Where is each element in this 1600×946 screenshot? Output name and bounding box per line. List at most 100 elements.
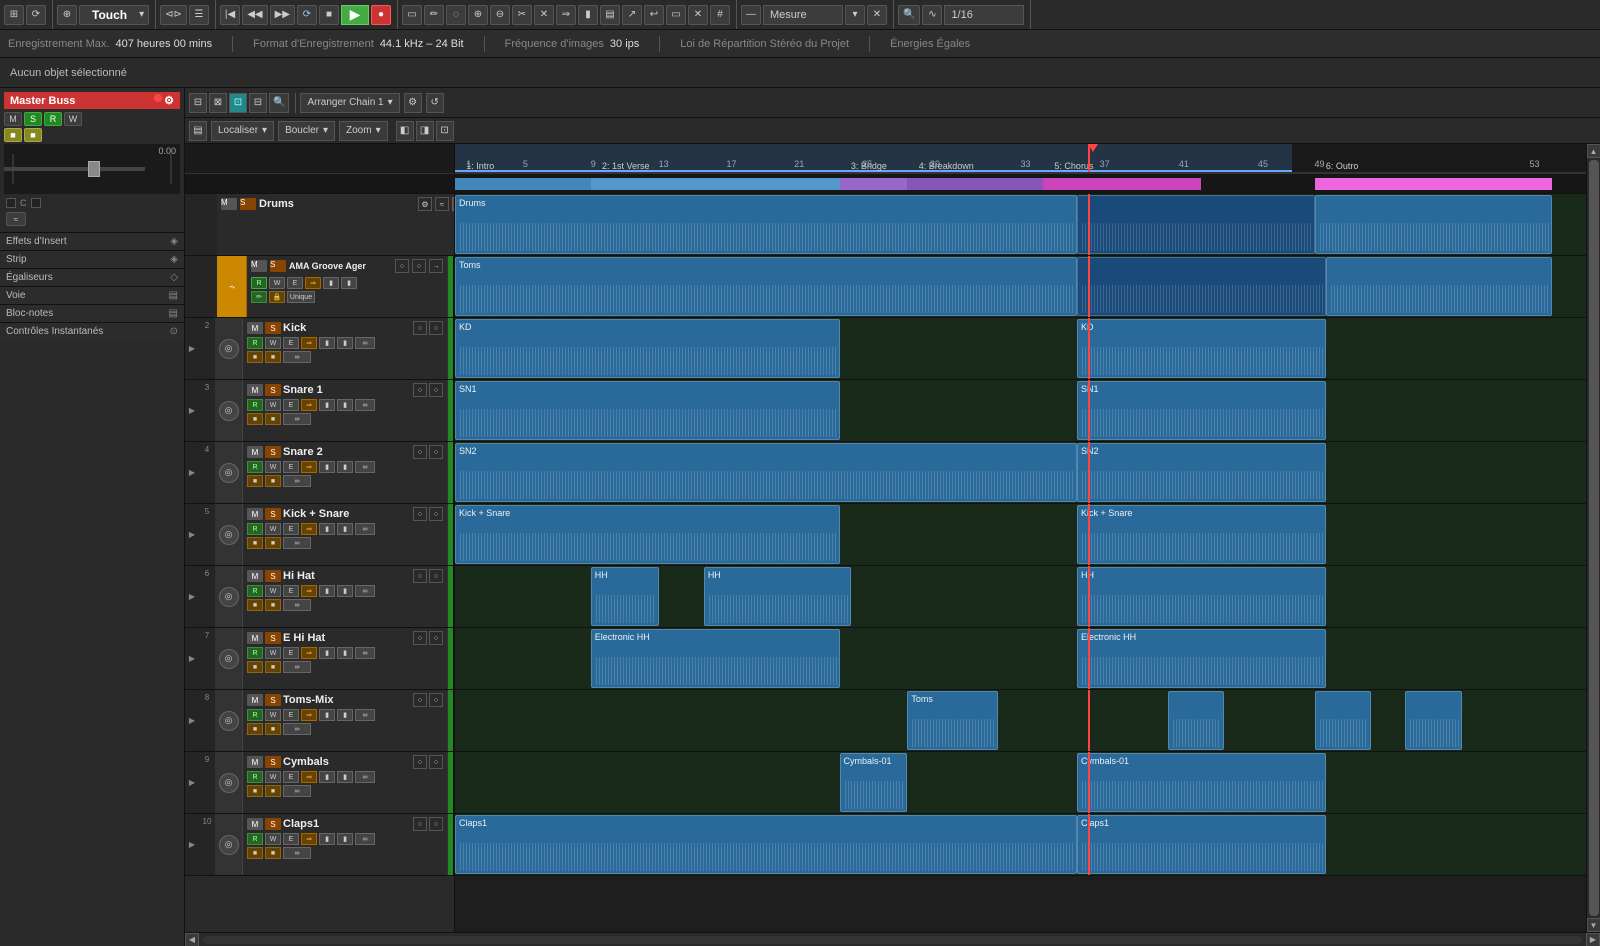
- section-insert-effects[interactable]: Effets d'Insert ◈: [0, 232, 184, 250]
- c2-2[interactable]: ▮: [337, 337, 353, 349]
- fold-10[interactable]: ▶: [185, 814, 199, 875]
- kd-clip-2[interactable]: KD: [1077, 319, 1326, 378]
- w-5[interactable]: W: [265, 523, 281, 535]
- ehh-clip-2[interactable]: Electronic HH: [1077, 629, 1326, 688]
- btn-m-9[interactable]: M: [247, 756, 263, 768]
- drums-clip-1[interactable]: Drums: [455, 195, 1077, 254]
- o1-8[interactable]: ○: [413, 693, 427, 707]
- hh-clip-3[interactable]: HH: [1077, 567, 1326, 626]
- fold-9[interactable]: ▶: [185, 752, 199, 813]
- btn-s-8[interactable]: S: [265, 694, 281, 706]
- ama-fold[interactable]: [185, 256, 201, 317]
- o1-5[interactable]: ○: [413, 507, 427, 521]
- master-btn-s[interactable]: S: [24, 112, 42, 126]
- c1-5[interactable]: ▮: [319, 523, 335, 535]
- o2-5[interactable]: ○: [429, 507, 443, 521]
- c1-9[interactable]: ▮: [319, 771, 335, 783]
- send-2[interactable]: ⇒: [301, 337, 317, 349]
- e-4[interactable]: E: [283, 461, 299, 473]
- scroll-left-btn[interactable]: ◀: [185, 933, 199, 946]
- btn-m-8[interactable]: M: [247, 694, 263, 706]
- h-scroll-thumb[interactable]: [203, 936, 1582, 944]
- c1-7[interactable]: ▮: [319, 647, 335, 659]
- ama-btn-s[interactable]: S: [270, 260, 286, 272]
- c1-3[interactable]: ▮: [319, 399, 335, 411]
- arr-view-btn4[interactable]: ⊟: [249, 93, 267, 113]
- arr-refresh-btn[interactable]: ↺: [426, 93, 444, 113]
- arr-view-btn1[interactable]: ⊟: [189, 93, 207, 113]
- c1-6[interactable]: ▮: [319, 585, 335, 597]
- tool-color[interactable]: ▭: [666, 5, 686, 25]
- drums-clip-3[interactable]: [1315, 195, 1553, 254]
- tempo-arrow[interactable]: ▾: [845, 5, 865, 25]
- cymbals-clip-1[interactable]: Cymbals-01: [840, 753, 908, 812]
- o1-9[interactable]: ○: [413, 755, 427, 769]
- transport-loop[interactable]: ⟳: [297, 5, 317, 25]
- io-btn1[interactable]: ⊲⊳: [160, 5, 187, 25]
- r-8[interactable]: R: [247, 709, 263, 721]
- r-2[interactable]: R: [247, 337, 263, 349]
- io-btn2[interactable]: ☰: [189, 5, 209, 25]
- ama-w[interactable]: W: [269, 277, 285, 289]
- r-3[interactable]: R: [247, 399, 263, 411]
- inf-8[interactable]: ∞: [355, 709, 375, 721]
- tomsmix-clip-3[interactable]: [1315, 691, 1372, 750]
- arr-search-btn[interactable]: 🔍: [269, 93, 289, 113]
- master-btn-2[interactable]: ■: [24, 128, 42, 142]
- w-7[interactable]: W: [265, 647, 281, 659]
- btn-m-3[interactable]: M: [247, 384, 263, 396]
- transport-to-start[interactable]: |◀: [220, 5, 240, 25]
- e-10[interactable]: E: [283, 833, 299, 845]
- btn-m-5[interactable]: M: [247, 508, 263, 520]
- c1-2[interactable]: ▮: [319, 337, 335, 349]
- fader1-10[interactable]: ■: [247, 847, 263, 859]
- btn-s-6[interactable]: S: [265, 570, 281, 582]
- o2-8[interactable]: ○: [429, 693, 443, 707]
- inf-5[interactable]: ∞: [355, 523, 375, 535]
- ama-o2[interactable]: ○: [412, 259, 426, 273]
- btn-s-3[interactable]: S: [265, 384, 281, 396]
- fader1-9[interactable]: ■: [247, 785, 263, 797]
- section-strip[interactable]: Strip ◈: [0, 250, 184, 268]
- tool-pencil[interactable]: ✏: [424, 5, 444, 25]
- r-9[interactable]: R: [247, 771, 263, 783]
- section-notes[interactable]: Bloc-notes ▤: [0, 304, 184, 322]
- ks-clip-1[interactable]: Kick + Snare: [455, 505, 840, 564]
- tool-zoom-in[interactable]: ⊕: [468, 5, 488, 25]
- arr-sub-btn3[interactable]: ⊡: [436, 121, 454, 141]
- ks-clip-2[interactable]: Kick + Snare: [1077, 505, 1326, 564]
- tempo-minus[interactable]: —: [741, 5, 761, 25]
- localize-dropdown[interactable]: Localiser ▾: [211, 121, 274, 141]
- section-controls[interactable]: Contrôles Instantanés ⊙: [0, 322, 184, 340]
- o2-2[interactable]: ○: [429, 321, 443, 335]
- c2-3[interactable]: ▮: [337, 399, 353, 411]
- ama-pen[interactable]: ✏: [251, 291, 267, 303]
- loop-5[interactable]: ∞: [283, 537, 311, 549]
- fold-6[interactable]: ▶: [185, 566, 199, 627]
- tool-mute[interactable]: ▤: [600, 5, 620, 25]
- r-10[interactable]: R: [247, 833, 263, 845]
- tempo-x[interactable]: ✕: [867, 5, 887, 25]
- btn-m-7[interactable]: M: [247, 632, 263, 644]
- e-8[interactable]: E: [283, 709, 299, 721]
- tomsmix-clip-4[interactable]: [1405, 691, 1462, 750]
- fold-7[interactable]: ▶: [185, 628, 199, 689]
- loop-7[interactable]: ∞: [283, 661, 311, 673]
- sn1-clip-1[interactable]: SN1: [455, 381, 840, 440]
- inf-9[interactable]: ∞: [355, 771, 375, 783]
- ama-o1[interactable]: ○: [395, 259, 409, 273]
- fold-2[interactable]: ▶: [185, 318, 199, 379]
- toms-clip-2[interactable]: [1077, 257, 1326, 316]
- e-6[interactable]: E: [283, 585, 299, 597]
- o2-10[interactable]: ○: [429, 817, 443, 831]
- tool-trim[interactable]: ▮: [578, 5, 598, 25]
- c2-5[interactable]: ▮: [337, 523, 353, 535]
- o1-2[interactable]: ○: [413, 321, 427, 335]
- tool-glue[interactable]: ⇒: [556, 5, 576, 25]
- drums-settings[interactable]: ⚙: [418, 197, 432, 211]
- drums-btn-m[interactable]: M: [221, 198, 237, 210]
- arr-view-btn2[interactable]: ⊠: [209, 93, 227, 113]
- inf-10[interactable]: ∞: [355, 833, 375, 845]
- ehh-clip-1[interactable]: Electronic HH: [591, 629, 840, 688]
- tool-draw[interactable]: ↗: [622, 5, 642, 25]
